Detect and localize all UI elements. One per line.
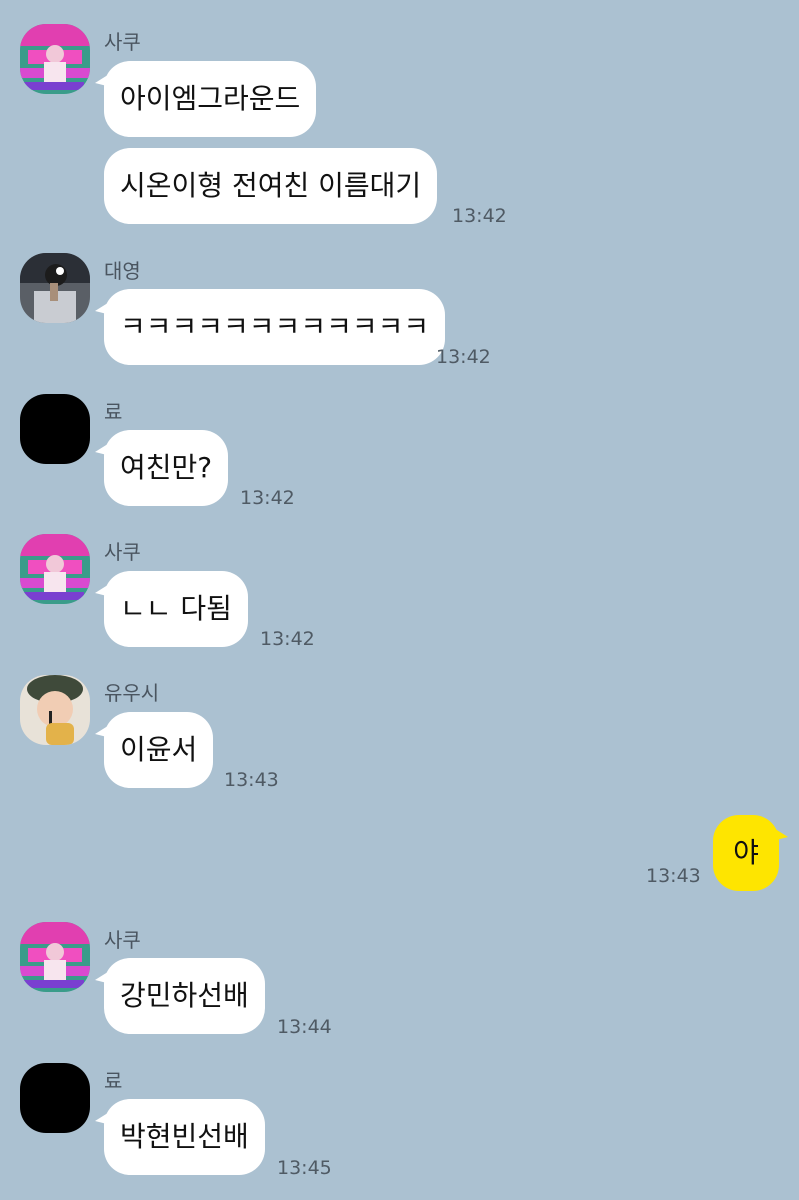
sender-name: 대영 — [104, 259, 141, 283]
sender-name: 료 — [104, 400, 123, 424]
message-bubble[interactable]: 이윤서 — [94, 712, 214, 788]
sender-name: 유우시 — [104, 681, 160, 705]
message-bubble[interactable]: ㄴㄴ 다됨 — [95, 571, 248, 647]
yuushi-avatar-icon[interactable] — [20, 675, 90, 745]
ryo-avatar-icon[interactable] — [20, 1063, 90, 1133]
timestamp: 13:42 — [436, 346, 491, 368]
saku-avatar-icon[interactable] — [20, 24, 90, 94]
timestamp: 13:43 — [224, 769, 279, 791]
timestamp: 13:42 — [452, 205, 507, 227]
message-bubble[interactable]: 시온이형 전여친 이름대기 — [104, 148, 438, 224]
timestamp: 13:42 — [240, 487, 295, 509]
message-bubble[interactable]: 여친만? — [94, 430, 229, 506]
saku-avatar-icon[interactable] — [20, 922, 90, 992]
daeyoung-avatar-icon[interactable] — [20, 253, 90, 323]
saku-avatar-icon[interactable] — [20, 534, 90, 604]
sender-name: 료 — [104, 1069, 123, 1093]
message-bubble[interactable]: 강민하선배 — [95, 958, 265, 1034]
sender-name: 사쿠 — [104, 540, 141, 564]
ryo-avatar-icon[interactable] — [20, 394, 90, 464]
message-bubble[interactable]: ㅋㅋㅋㅋㅋㅋㅋㅋㅋㅋㅋㅋ — [94, 289, 446, 365]
timestamp: 13:45 — [277, 1157, 332, 1179]
timestamp: 13:43 — [646, 865, 701, 887]
message-bubble[interactable]: 아이엠그라운드 — [94, 61, 317, 137]
sender-name: 사쿠 — [104, 928, 141, 952]
message-bubble[interactable]: 박현빈선배 — [95, 1099, 265, 1175]
timestamp: 13:44 — [277, 1016, 332, 1038]
my-message-bubble[interactable]: 야 — [713, 815, 788, 891]
sender-name: 사쿠 — [104, 30, 141, 54]
timestamp: 13:42 — [260, 628, 315, 650]
